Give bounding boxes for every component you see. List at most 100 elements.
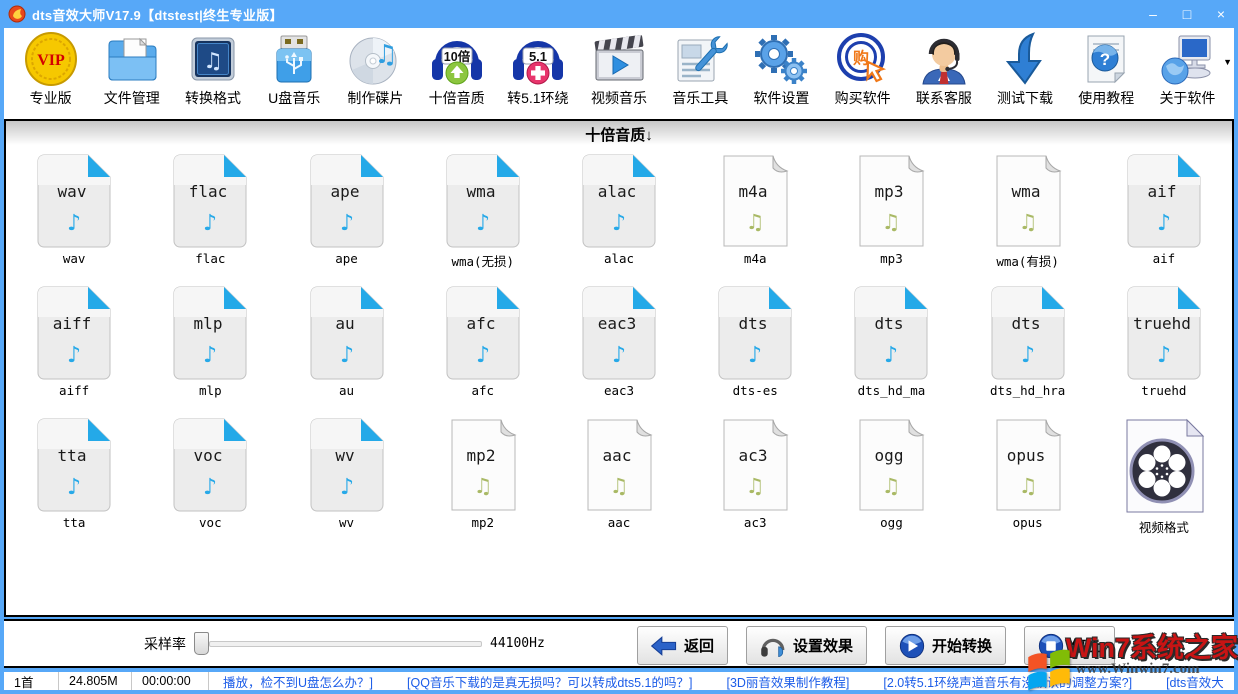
format-tile[interactable]: m4a ♫ m4a [687, 152, 823, 284]
format-tile[interactable]: ogg ♫ ogg [823, 416, 959, 548]
toolbar-item-music-tools[interactable]: 音乐工具 [660, 31, 741, 119]
video-clapper-icon [591, 31, 647, 87]
toolbar-item-usb-music[interactable]: U盘音乐 [254, 31, 335, 119]
format-tile[interactable]: mlp ♪ mlp [142, 284, 278, 416]
svg-text:eac3: eac3 [598, 314, 637, 333]
elapsed-time: 00:00:00 [132, 672, 209, 690]
ticker-link[interactable]: [dts音效大 [1166, 676, 1224, 690]
svg-text:aiff: aiff [53, 314, 92, 333]
format-tile[interactable]: voc ♪ voc [142, 416, 278, 548]
toolbar-item-tutorial[interactable]: ? 使用教程 [1066, 31, 1147, 119]
format-tile[interactable]: dts ♪ dts_hd_ma [823, 284, 959, 416]
format-tile[interactable]: aiff ♪ aiff [6, 284, 142, 416]
audio-file-icon: voc ♪ [173, 418, 247, 512]
maximize-button[interactable]: □ [1170, 0, 1204, 28]
svg-text:购: 购 [853, 49, 869, 68]
format-label: dts-es [733, 383, 778, 398]
svg-text:♫: ♫ [610, 474, 629, 498]
buy-icon: 购 [835, 31, 891, 87]
back-button[interactable]: 返回 [637, 626, 728, 665]
ticker-link[interactable]: [2.0转5.1环绕声道音乐有没默认的调整方案?] [883, 676, 1132, 690]
format-tile[interactable]: wma ♪ wma(无损) [415, 152, 551, 284]
audio-file-icon: wav ♪ [37, 154, 111, 248]
ticker-link[interactable]: [QQ音乐下载的是真无损吗？可以转成dts5.1的吗？] [407, 676, 692, 690]
format-tile[interactable]: 视频格式 [1096, 416, 1232, 548]
format-tile[interactable]: mp2 ♫ mp2 [415, 416, 551, 548]
toolbar-item-label: 转5.1环绕 [507, 88, 568, 108]
svg-text:♪: ♪ [612, 343, 626, 368]
format-tile[interactable]: ape ♪ ape [278, 152, 414, 284]
format-tile[interactable]: flac ♪ flac [142, 152, 278, 284]
format-tile[interactable]: afc ♪ afc [415, 284, 551, 416]
audio-file-icon: flac ♪ [173, 154, 247, 248]
format-label: 视频格式 [1139, 517, 1189, 536]
sample-rate-value: 44100Hz [490, 636, 545, 651]
format-tile[interactable]: dts ♪ dts_hd_hra [960, 284, 1096, 416]
svg-text:♪: ♪ [340, 211, 354, 236]
format-tile[interactable]: alac ♪ alac [551, 152, 687, 284]
button-label: 设置效果 [793, 635, 853, 656]
chevron-down-icon[interactable]: ▼ [1223, 57, 1232, 67]
audio-file-icon: ac3 ♫ [720, 418, 790, 512]
format-tile[interactable]: truehd ♪ truehd [1096, 284, 1232, 416]
svg-text:mlp: mlp [194, 314, 223, 333]
ticker-link[interactable]: [3D丽音效果制作教程] [726, 676, 849, 690]
minimize-button[interactable]: – [1136, 0, 1170, 28]
toolbar-item-settings[interactable]: 软件设置 [741, 31, 822, 119]
toolbar-item-buy-software[interactable]: 购 购买软件 [822, 31, 903, 119]
effects-headphones-icon [760, 633, 786, 659]
toolbar-item-about[interactable]: 关于软件 ▼ [1147, 31, 1228, 119]
format-tile[interactable]: aac ♫ aac [551, 416, 687, 548]
audio-file-icon: aac ♫ [584, 418, 654, 512]
format-tile[interactable]: ac3 ♫ ac3 [687, 416, 823, 548]
format-label: mp3 [880, 251, 903, 266]
toolbar-item-contact-support[interactable]: 联系客服 [903, 31, 984, 119]
svg-text:♪: ♪ [203, 211, 217, 236]
close-button[interactable]: × [1204, 0, 1238, 28]
stop-button[interactable]: 停止 [1024, 626, 1115, 665]
start-convert-button[interactable]: 开始转换 [885, 626, 1006, 665]
audio-file-icon: wma ♫ [993, 154, 1063, 248]
toolbar-item-video-music[interactable]: 视频音乐 [578, 31, 659, 119]
set-effects-button[interactable]: 设置效果 [746, 626, 867, 665]
svg-text:mp3: mp3 [875, 182, 904, 201]
convert-format-icon: ♫ [185, 31, 241, 87]
format-tile[interactable]: mp3 ♫ mp3 [823, 152, 959, 284]
toolbar-item-burn-disc[interactable]: ♫ 制作碟片 [335, 31, 416, 119]
toolbar-item-convert-format[interactable]: ♫ 转换格式 [172, 31, 253, 119]
audio-file-icon: dts ♪ [854, 286, 928, 380]
format-label: tta [63, 515, 86, 530]
toolbar-item-vip-edition[interactable]: VIP 专业版 [10, 31, 91, 119]
slider-handle[interactable] [194, 632, 209, 655]
format-tile[interactable]: aif ♪ aif [1096, 152, 1232, 284]
toolbar-item-label: 十倍音质 [429, 88, 485, 108]
format-grid: wav ♪ wav flac ♪ flac ape ♪ ape [6, 147, 1232, 548]
slider-track[interactable] [209, 641, 482, 647]
statusbar: 1首 24.805M 00:00:00 播放，检不到U盘怎么办？][QQ音乐下载… [4, 672, 1234, 690]
svg-text:♪: ♪ [203, 475, 217, 500]
audio-file-icon: dts ♪ [991, 286, 1065, 380]
ticker-link[interactable]: 播放，检不到U盘怎么办？] [223, 676, 373, 690]
format-tile[interactable]: wv ♪ wv [278, 416, 414, 548]
sample-rate-slider[interactable] [194, 632, 482, 655]
format-tile[interactable]: dts ♪ dts-es [687, 284, 823, 416]
svg-text:♪: ♪ [67, 343, 81, 368]
action-buttons: 返回 设置效果 开始转换 停止 [637, 626, 1115, 665]
format-tile[interactable]: tta ♪ tta [6, 416, 142, 548]
toolbar-item-to-51-surround[interactable]: 5.1 转5.1环绕 [497, 31, 578, 119]
format-tile[interactable]: wma ♫ wma(有损) [960, 152, 1096, 284]
format-tile[interactable]: eac3 ♪ eac3 [551, 284, 687, 416]
file-size: 24.805M [59, 672, 132, 690]
toolbar-item-label: 软件设置 [753, 88, 809, 108]
svg-text:♪: ♪ [612, 211, 626, 236]
svg-text:♪: ♪ [476, 211, 490, 236]
toolbar-item-test-download[interactable]: 测试下载 [984, 31, 1065, 119]
format-tile[interactable]: opus ♫ opus [960, 416, 1096, 548]
toolbar-item-label: 音乐工具 [672, 88, 728, 108]
format-tile[interactable]: au ♪ au [278, 284, 414, 416]
format-tile[interactable]: wav ♪ wav [6, 152, 142, 284]
toolbar-item-file-manager[interactable]: 文件管理 [91, 31, 172, 119]
toolbar-item-10x-quality[interactable]: 10倍 十倍音质 [416, 31, 497, 119]
toolbar-item-label: 文件管理 [104, 88, 160, 108]
audio-file-icon: aif ♪ [1127, 154, 1201, 248]
